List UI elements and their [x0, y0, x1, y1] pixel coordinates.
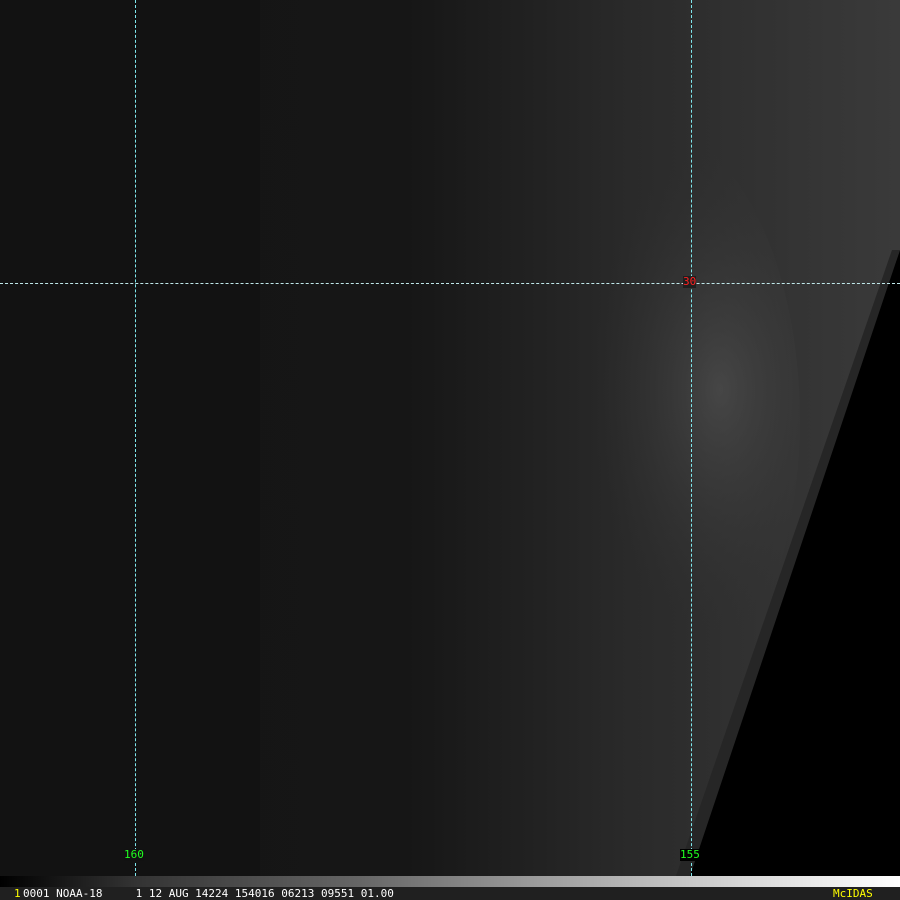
longitude-label-155: 155	[680, 848, 700, 861]
longitude-label-160: 160	[124, 848, 144, 861]
satellite-image-viewer: 30 160 155 1 0001 NOAA-18 1 12 AUG 14224 …	[0, 0, 900, 900]
image-info: 0001 NOAA-18 1 12 AUG 14224 154016 06213…	[23, 887, 394, 900]
latitude-label-30: 30	[683, 275, 697, 288]
status-bar: 1 0001 NOAA-18 1 12 AUG 14224 154016 0621…	[0, 887, 900, 900]
grayscale-bar	[0, 876, 900, 887]
longitude-line-160	[135, 0, 136, 876]
frame-number: 1	[14, 887, 21, 900]
latitude-line-30	[0, 283, 900, 284]
longitude-line-155	[691, 0, 692, 876]
mcidas-brand: McIDAS	[833, 887, 873, 900]
